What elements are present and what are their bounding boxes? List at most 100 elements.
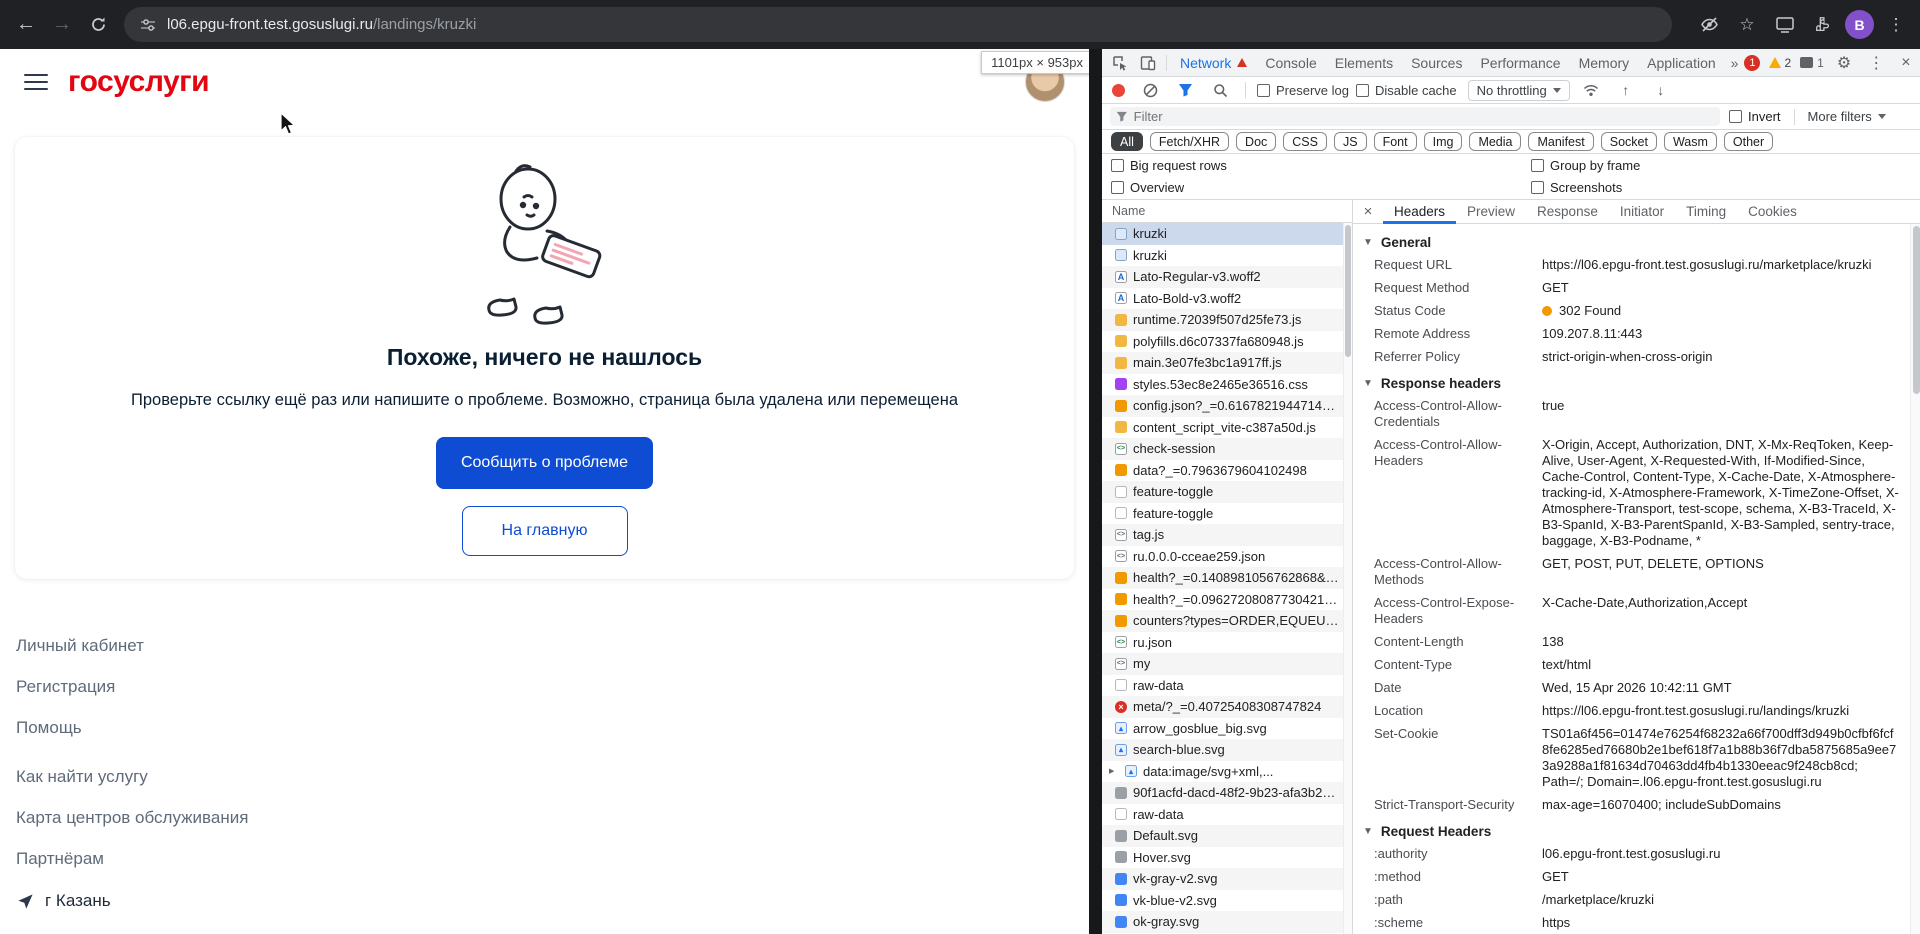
network-request-row[interactable]: counters?types=ORDER,EQUEUE,PAY... <box>1102 610 1352 632</box>
back-button[interactable]: ← <box>8 7 44 43</box>
network-request-row[interactable]: config.json?_=0.6167821944714283 <box>1102 395 1352 417</box>
disable-cache-toggle[interactable]: Disable cache <box>1355 83 1457 98</box>
search-icon[interactable] <box>1206 78 1234 102</box>
network-request-row[interactable]: health?_=0.09627208087730421&pa... <box>1102 589 1352 611</box>
preserve-log-checkbox[interactable] <box>1257 83 1270 97</box>
cast-screen-icon[interactable] <box>1769 9 1801 41</box>
issues-count-badge[interactable]: 1 <box>1800 56 1824 70</box>
footer-link[interactable]: Партнёрам <box>16 850 1089 867</box>
network-request-row[interactable]: feature-toggle <box>1102 481 1352 503</box>
network-option-toggle[interactable]: Screenshots <box>1531 180 1911 195</box>
footer-link[interactable]: Регистрация <box>16 678 1089 695</box>
network-option-toggle[interactable]: Overview <box>1111 180 1531 195</box>
type-filter-chip[interactable]: CSS <box>1283 132 1327 151</box>
filter-input[interactable] <box>1133 109 1714 124</box>
network-request-row[interactable]: ru.0.0.0-cceae259.json <box>1102 546 1352 568</box>
network-request-row[interactable]: meta/?_=0.40725408308747824 <box>1102 696 1352 718</box>
devtools-tab[interactable]: Console <box>1256 49 1325 76</box>
network-request-row[interactable]: styles.53ec8e2465e36516.css <box>1102 374 1352 396</box>
error-count-badge[interactable]: 1 <box>1744 54 1761 71</box>
disable-cache-checkbox[interactable] <box>1355 83 1369 97</box>
network-request-row[interactable]: Hover.svg <box>1102 847 1352 869</box>
network-request-row[interactable]: main.3e07fe3bc1a917ff.js <box>1102 352 1352 374</box>
close-detail-icon[interactable]: × <box>1353 203 1383 220</box>
type-filter-chip[interactable]: JS <box>1333 132 1367 151</box>
devtools-close-icon[interactable]: × <box>1897 54 1914 72</box>
network-option-toggle[interactable]: Group by frame <box>1531 158 1911 173</box>
detail-tab[interactable]: Response <box>1526 200 1609 224</box>
row-expander-icon[interactable] <box>1109 767 1119 775</box>
preserve-log-toggle[interactable]: Preserve log <box>1257 83 1349 98</box>
network-request-row[interactable]: vk-blue-v2.svg <box>1102 890 1352 912</box>
response-headers-section-header[interactable]: ▼ Response headers <box>1353 370 1906 396</box>
type-filter-chip[interactable]: Manifest <box>1528 132 1594 151</box>
network-request-row[interactable]: 90f1acfd-dacd-48f2-9b23-afa3b25f15... <box>1102 782 1352 804</box>
network-request-row[interactable]: my <box>1102 653 1352 675</box>
detail-tab[interactable]: Cookies <box>1737 200 1808 224</box>
devtools-menu-icon[interactable]: ⋮ <box>1864 53 1888 73</box>
scrollbar-thumb[interactable] <box>1912 226 1920 394</box>
device-toolbar-icon[interactable] <box>1134 51 1162 75</box>
type-filter-chip[interactable]: Font <box>1373 132 1417 151</box>
report-problem-button[interactable]: Сообщить о проблеме <box>436 437 653 489</box>
type-filter-chip[interactable]: Wasm <box>1663 132 1717 151</box>
network-request-row[interactable]: ru.json <box>1102 632 1352 654</box>
type-filter-chip[interactable]: Media <box>1469 132 1522 151</box>
url-bar[interactable]: l06.epgu-front.test.gosuslugi.ru/landing… <box>124 7 1672 42</box>
detail-tab[interactable]: Headers <box>1383 200 1456 224</box>
devtools-tab[interactable]: Performance <box>1471 49 1569 76</box>
devtools-tab[interactable]: Elements <box>1326 49 1402 76</box>
detail-scrollbar[interactable] <box>1910 224 1920 934</box>
devtools-tab[interactable]: Network <box>1171 49 1256 76</box>
more-panels-chevron-icon[interactable]: » <box>1725 55 1745 71</box>
type-filter-chip[interactable]: Socket <box>1600 132 1657 151</box>
network-request-row[interactable]: Lato-Regular-v3.woff2 <box>1102 266 1352 288</box>
invert-checkbox[interactable] <box>1729 110 1742 123</box>
network-request-row[interactable]: vk-gray-v2.svg <box>1102 868 1352 890</box>
network-request-row[interactable]: health?_=0.1408981056762868&page... <box>1102 567 1352 589</box>
name-column-header[interactable]: Name <box>1102 200 1352 223</box>
export-har-icon[interactable]: ↓ <box>1647 78 1675 102</box>
browser-menu-icon[interactable]: ⋮ <box>1880 9 1912 41</box>
network-request-row[interactable]: kruzki <box>1102 223 1352 245</box>
menu-hamburger-icon[interactable] <box>24 73 48 91</box>
filter-funnel-icon[interactable] <box>1171 78 1199 102</box>
throttling-select[interactable]: No throttling <box>1467 79 1570 101</box>
devtools-tab[interactable]: Memory <box>1570 49 1639 76</box>
devtools-tab[interactable]: Application <box>1638 49 1725 76</box>
network-request-row[interactable]: search-blue.svg <box>1102 739 1352 761</box>
devtools-settings-gear-icon[interactable]: ⚙ <box>1833 53 1855 73</box>
location-link[interactable]: г Казань <box>16 891 1089 911</box>
browser-profile-avatar[interactable]: B <box>1845 10 1874 39</box>
network-request-row[interactable]: tag.js <box>1102 524 1352 546</box>
network-request-row[interactable]: polyfills.d6c07337fa680948.js <box>1102 331 1352 353</box>
general-section-header[interactable]: ▼ General <box>1353 229 1906 255</box>
network-conditions-icon[interactable] <box>1577 78 1605 102</box>
network-request-row[interactable]: check-session <box>1102 438 1352 460</box>
option-checkbox[interactable] <box>1531 181 1544 194</box>
footer-link[interactable]: Как найти услугу <box>16 768 1089 785</box>
request-headers-section-header[interactable]: ▼ Request Headers <box>1353 818 1906 844</box>
network-option-toggle[interactable]: Big request rows <box>1111 158 1531 173</box>
network-request-row[interactable]: kruzki <box>1102 245 1352 267</box>
refresh-button[interactable] <box>80 7 116 43</box>
type-filter-chip[interactable]: Doc <box>1236 132 1277 151</box>
scrollbar-thumb[interactable] <box>1345 225 1351 357</box>
devtools-dock-divider[interactable] <box>1089 49 1102 934</box>
gosuslugi-logo[interactable]: госуслуги <box>68 65 210 99</box>
network-request-row[interactable]: data:image/svg+xml,... <box>1102 761 1352 783</box>
footer-link[interactable]: Помощь <box>16 719 1089 736</box>
network-request-row[interactable]: content_script_vite-c387a50d.js <box>1102 417 1352 439</box>
network-request-row[interactable]: runtime.72039f507d25fe73.js <box>1102 309 1352 331</box>
footer-link[interactable]: Личный кабинет <box>16 637 1089 654</box>
import-har-icon[interactable]: ↑ <box>1612 78 1640 102</box>
option-checkbox[interactable] <box>1111 159 1124 172</box>
type-filter-chip[interactable]: All <box>1111 132 1143 151</box>
password-eye-off-icon[interactable] <box>1693 9 1725 41</box>
filter-input-box[interactable] <box>1110 107 1720 126</box>
type-filter-chip[interactable]: Img <box>1423 132 1463 151</box>
record-network-log-icon[interactable] <box>1112 83 1125 97</box>
network-request-row[interactable]: feature-toggle <box>1102 503 1352 525</box>
network-request-row[interactable]: Lato-Bold-v3.woff2 <box>1102 288 1352 310</box>
network-request-row[interactable]: Default.svg <box>1102 825 1352 847</box>
